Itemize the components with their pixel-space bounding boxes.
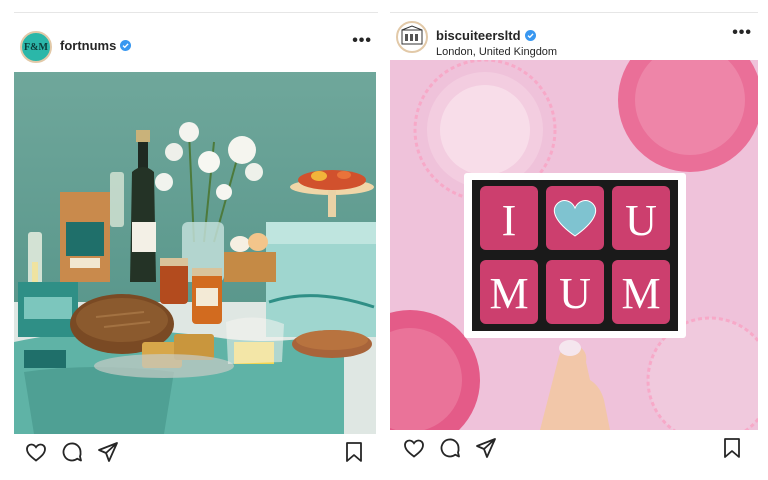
- share-button[interactable]: [474, 436, 500, 462]
- tile-letter: M: [489, 269, 528, 318]
- like-button[interactable]: [24, 440, 50, 466]
- comment-button[interactable]: [438, 436, 464, 462]
- tile-letter: U: [559, 269, 591, 318]
- save-button[interactable]: [342, 440, 368, 466]
- heart-icon: [404, 439, 424, 458]
- comment-icon: [440, 438, 460, 458]
- bookmark-icon: [346, 442, 362, 462]
- post-header: F&M fortnums •••: [14, 18, 378, 70]
- username[interactable]: fortnums: [60, 38, 116, 53]
- bookmark-icon: [724, 438, 740, 458]
- share-icon: [476, 438, 496, 458]
- save-button[interactable]: [720, 436, 746, 462]
- avatar-text: F&M: [24, 41, 48, 53]
- location-label[interactable]: London, United Kingdom: [436, 46, 557, 58]
- username-row[interactable]: fortnums: [60, 38, 132, 53]
- avatar[interactable]: [396, 21, 428, 53]
- like-button[interactable]: [402, 436, 428, 462]
- post-fortnums: F&M fortnums •••: [14, 0, 378, 480]
- tile-letter: U: [625, 196, 657, 245]
- hamper-photo: [14, 72, 376, 434]
- post-image[interactable]: I U M U M: [390, 60, 758, 430]
- post-image[interactable]: [14, 72, 376, 434]
- share-button[interactable]: [96, 440, 122, 466]
- tile-letter: M: [621, 269, 660, 318]
- comment-button[interactable]: [60, 440, 86, 466]
- heart-icon: [26, 443, 46, 462]
- verified-icon: [524, 30, 536, 41]
- post-biscuiteers: biscuiteersltd London, United Kingdom ••…: [390, 0, 758, 480]
- tile-letter: I: [502, 196, 517, 245]
- divider: [390, 12, 758, 13]
- more-options-button[interactable]: •••: [352, 33, 372, 49]
- post-actions: [390, 436, 758, 466]
- share-icon: [98, 442, 118, 462]
- verified-icon: [120, 40, 132, 51]
- biscuit-photo: I U M U M: [390, 60, 758, 430]
- divider: [14, 12, 378, 13]
- post-actions: [14, 440, 378, 470]
- username[interactable]: biscuiteersltd: [436, 28, 521, 43]
- comment-icon: [62, 442, 82, 462]
- biscuiteers-logo: [401, 25, 423, 45]
- avatar[interactable]: F&M: [20, 31, 52, 63]
- username-row[interactable]: biscuiteersltd: [436, 28, 536, 43]
- more-options-button[interactable]: •••: [732, 25, 752, 41]
